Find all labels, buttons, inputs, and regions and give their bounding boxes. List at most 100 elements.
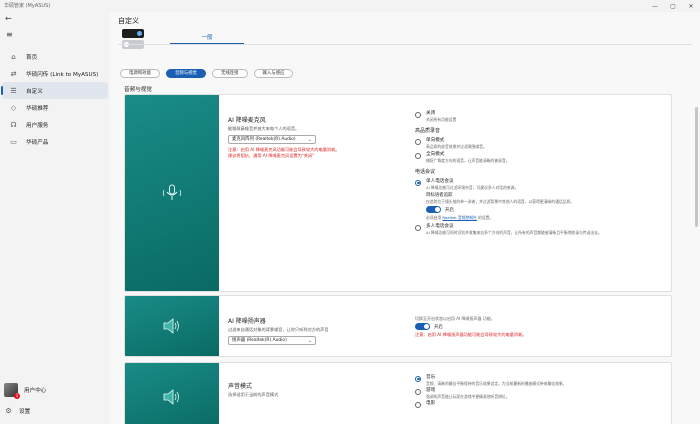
sound-mode-title: 声音模式 [228,383,253,390]
target-tracking-desc: 仅追踪位于镜头前的单一讲者，并过滤背景中其他人的语音，以获得更清晰的通话品质。 [426,199,575,204]
radio-desc: AI 降噪功能可过滤环境杂音，可建议多人对话的来源。 [426,185,519,190]
speaker-waves-icon [163,389,179,405]
hamburger-menu-icon[interactable]: ≡ [6,30,13,39]
title-bar: 华硕管家 (MyASUS) — ▢ ✕ [0,0,700,12]
chevron-down-icon: ⌄ [307,338,312,344]
sound-mode-desc: 选择适用于当前的声音模式 [228,392,279,397]
radio-button-checked[interactable] [415,179,421,186]
radio-off[interactable]: 关闭 关闭所有功能设置 [415,111,665,122]
sub-tab-power[interactable]: 电源和效能 [120,69,160,78]
sub-tab-audio-visual[interactable]: 音频与视觉 [165,69,206,78]
mic-device-value: 麦克风阵列 (Realtek(R) Audio) [232,137,296,142]
ai-mic-main: AI 降噪麦克风 能够屏蔽噪音并放大来电个人的语音。 麦克风阵列 (Realte… [228,115,339,159]
ai-speaker-tile [125,296,219,356]
sub-tab-wireless[interactable]: 无线连接 [211,69,248,78]
speaker-toggle[interactable] [415,323,430,330]
realtek-console-link[interactable]: Realtek 音频控制台 [442,215,476,220]
tab-general[interactable]: 一般 [170,32,244,44]
window-controls: — ▢ ✕ [646,0,700,12]
realtek-note-suffix: 的设置。 [476,215,494,220]
radio-button[interactable] [415,388,421,395]
sidebar-item-settings[interactable]: ⚙ 设置 [4,404,108,418]
sidebar-item-label: 华硕产品 [26,139,49,146]
laptop-icon: ▭ [10,137,17,146]
maximize-icon[interactable]: ▢ [664,0,682,12]
sidebar-item-customize[interactable]: ☰ 自定义 [1,82,108,99]
target-tracking-block: 目标语者追踪 仅追踪位于镜头前的单一讲者，并过滤背景中其他人的语音，以获得更清晰… [426,193,665,220]
profile-switches [122,29,144,51]
toggle-knob [137,31,142,36]
sound-mode-tile [125,363,219,424]
radio-omni-direction[interactable]: 全向模式 捕捉广角度方向的语音，让声音能清晰的被录音。 [415,152,665,163]
settings-label: 设置 [19,409,31,415]
ai-mic-card: AI 降噪麦克风 能够屏蔽噪音并放大来电个人的语音。 麦克风阵列 (Realte… [124,94,672,292]
ai-speaker-main: AI 降噪扬声器 过滤来自通话对象的背景噪音，让你只听到对方的声音 扬声器 (R… [228,316,329,345]
radio-desc: 音频、清晰的最佳平衡保持的音乐效果设定，为当前最新的播放模式带来最佳效果。 [426,381,567,386]
radio-desc: AI 降噪功能可同时识别并收集来自多个方向的声音，让所有的声音都能被清晰且平衡地… [426,230,602,235]
scrollbar-thumb[interactable] [695,107,698,227]
sidebar-item-recommend[interactable]: ◇ 华硕推荐 [2,99,108,116]
main-content: 自定义 一般 电源和效能 音频与视觉 无线连接 输入与感应 音频与视觉 AI 降… [110,12,700,424]
realtek-note: 必须启用 Realtek 音频控制台 的设置。 [426,215,665,220]
sound-mode-main: 声音模式 选择适用于当前的声音模式 [228,381,278,401]
speaker-warning: 注意：启用 AI 降噪扬声器功能可能会导致较大的电量消耗。 [415,332,527,337]
headset-icon: ☊ [10,120,17,129]
chevron-down-icon: ⌄ [307,137,312,143]
tab-divider [118,44,692,45]
sound-mode-card: 声音模式 选择适用于当前的声音模式 音乐 音频、清晰的最佳平衡保持的音乐效果设定，… [124,362,672,424]
radio-button[interactable] [415,224,421,231]
gear-icon: ⚙ [5,407,12,415]
avatar: 1 [4,383,20,399]
tag-icon: ◇ [10,103,17,112]
sub-tab-input[interactable]: 输入与感应 [253,69,294,78]
sidebar-item-user-center[interactable]: 1 用户中心 [4,382,108,399]
ai-mic-options: 关闭 关闭所有功能设置 高品质录音 单向模式 高品质的收音效果并过滤周围噪音。 全向… [415,111,665,238]
radio-movie[interactable]: 电影 [415,401,665,408]
home-icon: ⌂ [11,52,16,61]
sidebar-item-label: 华硕推荐 [26,105,49,112]
page-title: 自定义 [118,17,139,25]
sliders-icon: ☰ [10,86,17,95]
target-tracking-toggle[interactable] [426,206,441,213]
profile-toggle-on[interactable] [122,29,144,38]
radio-multi-call[interactable]: 多人电话会议 AI 降噪功能可同时识别并收集来自多个方向的声音，让所有的声音都能被… [415,224,665,235]
sidebar-item-label: 首页 [26,54,38,61]
ai-speaker-card: AI 降噪扬声器 过滤来自通话对象的背景噪音，让你只听到对方的声音 扬声器 (R… [124,295,672,357]
radio-game[interactable]: 游戏 强调的声音能让玩家在游戏中更精准地听音辨位。 [415,388,665,399]
mic-device-select[interactable]: 麦克风阵列 (Realtek(R) Audio) ⌄ [228,135,316,144]
sidebar-item-link[interactable]: ⇄ 华硕闪传 (Link to MyASUS) [2,65,108,82]
ai-mic-desc: 能够屏蔽噪音并放大来电个人的语音。 [228,126,300,131]
close-icon[interactable]: ✕ [682,0,700,12]
sidebar-item-home[interactable]: ⌂ 首页 [2,48,108,65]
speaker-waves-icon [163,318,179,334]
sidebar-item-label: 自定义 [26,88,43,95]
radio-button[interactable] [415,152,421,159]
minimize-icon[interactable]: — [646,0,664,12]
back-arrow-icon[interactable]: ← [5,14,12,23]
radio-button[interactable] [415,111,421,118]
sidebar: ← ≡ ⌂ 首页 ⇄ 华硕闪传 (Link to MyASUS) ☰ 自定义 ◇… [0,12,110,424]
radio-music[interactable]: 音乐 音频、清晰的最佳平衡保持的音乐效果设定，为当前最新的播放模式带来最佳效果。 [415,375,665,386]
speaker-device-value: 扬声器 (Realtek(R) Audio) [232,338,287,343]
radio-single-direction[interactable]: 单向模式 高品质的收音效果并过滤周围噪音。 [415,138,665,149]
sub-tab-bar: 电源和效能 音频与视觉 无线连接 输入与感应 [120,69,294,78]
sidebar-nav: ⌂ 首页 ⇄ 华硕闪传 (Link to MyASUS) ☰ 自定义 ◇ 华硕推… [0,48,110,150]
radio-desc: 关闭所有功能设置 [426,117,457,122]
ai-mic-tile [125,95,219,291]
radio-button[interactable] [415,138,421,145]
sidebar-item-products[interactable]: ▭ 华硕产品 [2,133,108,150]
section-title: 音频与视觉 [124,87,152,93]
toggle-label: 开启 [434,324,443,330]
target-tracking-toggle-row: 开启 [426,206,665,213]
link-icon: ⇄ [10,69,17,78]
radio-single-call[interactable]: 单人电话会议 AI 降噪功能可过滤环境杂音，可建议多人对话的来源。 [415,179,665,190]
group-heading-call: 电话会议 [415,169,436,175]
sidebar-item-service[interactable]: ☊ 用户服务 [2,116,108,133]
speaker-device-select[interactable]: 扬声器 (Realtek(R) Audio) ⌄ [228,336,316,345]
radio-button[interactable] [415,401,421,408]
radio-button-checked[interactable] [415,375,421,382]
sidebar-item-label: 用户服务 [26,122,49,129]
user-center-label: 用户中心 [24,388,47,394]
radio-desc: 捕捉广角度方向的语音，让声音能清晰的被录音。 [426,158,510,163]
sidebar-item-label: 华硕闪传 (Link to MyASUS) [26,71,99,78]
